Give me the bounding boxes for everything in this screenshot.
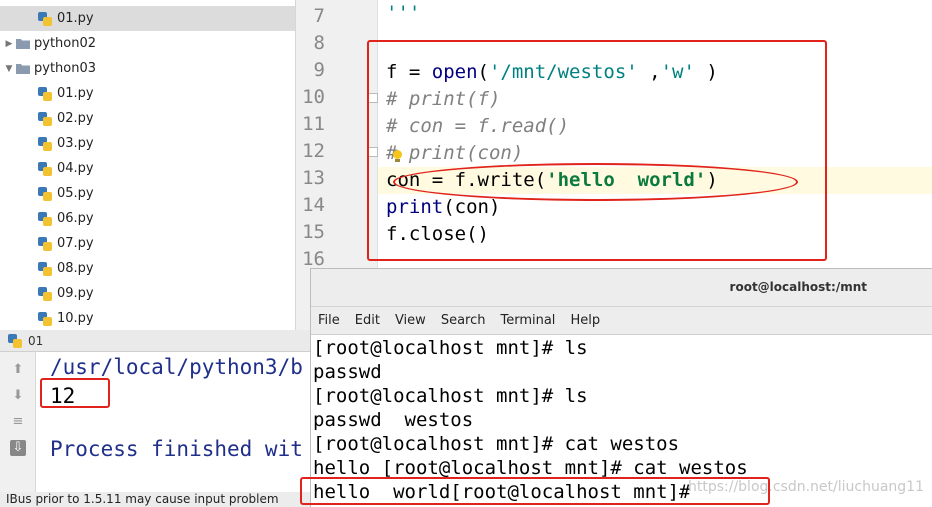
line-number: 9 xyxy=(313,59,325,81)
menu-help[interactable]: Help xyxy=(570,313,600,328)
menu-file[interactable]: File xyxy=(318,313,340,328)
line-number: 16 xyxy=(302,248,325,270)
run-tab-label[interactable]: 01 xyxy=(28,334,43,348)
tree-file-04-py[interactable]: 04.py xyxy=(0,156,94,181)
tree-item-label: 05.py xyxy=(57,186,94,201)
terminal-line: [root@localhost mnt]# cat westos xyxy=(313,433,680,455)
interpreter-path: /usr/local/python3/b xyxy=(50,355,303,379)
python-file-icon xyxy=(38,86,52,101)
chevron-down-icon[interactable]: ▼ xyxy=(2,64,16,74)
tree-file-02-py[interactable]: 02.py xyxy=(0,106,94,131)
python-file-icon xyxy=(38,236,52,251)
python-file-icon xyxy=(38,136,52,151)
annotation-result-box xyxy=(40,378,110,408)
terminal-menubar: File Edit View Search Terminal Help xyxy=(311,307,932,335)
python-file-icon xyxy=(38,311,52,326)
terminal-title[interactable]: root@localhost:/mnt xyxy=(311,269,932,307)
tree-file-06-py[interactable]: 06.py xyxy=(0,206,94,231)
scroll-to-end-icon[interactable]: ⇩ xyxy=(10,440,26,456)
tree-item-label: 09.py xyxy=(57,286,94,301)
menu-search[interactable]: Search xyxy=(441,313,486,328)
tree-file-08-py[interactable]: 08.py xyxy=(0,256,94,281)
folder-icon xyxy=(16,39,30,49)
tree-folder-python02[interactable]: ▶ python02 xyxy=(0,31,97,56)
project-tree: 01.py ▶ python02 ▼ python03 01.py 02.py … xyxy=(0,0,296,330)
tree-file-03-py[interactable]: 03.py xyxy=(0,131,94,156)
line-number: 13 xyxy=(302,167,325,189)
menu-view[interactable]: View xyxy=(395,313,426,328)
run-toolbar: ⬆ ⬇ ≡ ⇩ xyxy=(0,352,36,492)
tree-item-label: 01.py xyxy=(57,11,94,26)
arrow-down-icon[interactable]: ⬇ xyxy=(10,388,26,404)
python-file-icon xyxy=(38,286,52,301)
python-file-icon xyxy=(38,261,52,276)
tree-folder-python03[interactable]: ▼ python03 xyxy=(0,56,97,81)
annotation-output-box xyxy=(300,477,770,505)
python-file-icon xyxy=(38,111,52,126)
code-line-7: ''' xyxy=(386,2,421,24)
menu-edit[interactable]: Edit xyxy=(355,313,380,328)
terminal-line: [root@localhost mnt]# ls xyxy=(313,385,588,407)
annotation-write-ellipse xyxy=(393,163,798,201)
chevron-right-icon[interactable]: ▶ xyxy=(2,39,16,49)
tree-file-07-py[interactable]: 07.py xyxy=(0,231,94,256)
tree-item-label: python02 xyxy=(34,36,97,51)
arrow-up-icon[interactable]: ⬆ xyxy=(10,362,26,378)
folder-icon xyxy=(16,64,30,74)
python-file-icon xyxy=(38,211,52,226)
line-number: 10 xyxy=(302,86,325,108)
tree-item-label: 01.py xyxy=(57,86,94,101)
process-finished-message: Process finished wit xyxy=(50,437,303,461)
tree-item-label: python03 xyxy=(34,61,97,76)
line-number: 14 xyxy=(302,194,325,216)
tree-file-09-py[interactable]: 09.py xyxy=(0,281,94,306)
line-number: 12 xyxy=(302,140,325,162)
line-number: 7 xyxy=(313,5,325,27)
annotation-code-box xyxy=(367,40,827,261)
tree-file-01-py[interactable]: 01.py xyxy=(0,6,295,31)
tree-item-label: 10.py xyxy=(57,311,94,326)
python-file-icon xyxy=(8,333,22,348)
terminal-line: [root@localhost mnt]# ls xyxy=(313,337,588,359)
line-number: 8 xyxy=(313,32,325,54)
tree-file-01-py[interactable]: 01.py xyxy=(0,81,94,106)
tree-file-05-py[interactable]: 05.py xyxy=(0,181,94,206)
python-file-icon xyxy=(38,161,52,176)
soft-wrap-icon[interactable]: ≡ xyxy=(10,414,26,430)
menu-terminal[interactable]: Terminal xyxy=(500,313,555,328)
terminal-line: passwd xyxy=(313,361,382,383)
tree-item-label: 06.py xyxy=(57,211,94,226)
terminal-window[interactable]: root@localhost:/mnt File Edit View Searc… xyxy=(310,268,932,507)
tree-file-10-py[interactable]: 10.py xyxy=(0,306,94,330)
python-file-icon xyxy=(38,11,52,26)
tree-item-label: 02.py xyxy=(57,111,94,126)
tree-item-label: 07.py xyxy=(57,236,94,251)
terminal-line: passwd westos xyxy=(313,409,474,431)
python-file-icon xyxy=(38,186,52,201)
line-number: 15 xyxy=(302,221,325,243)
line-number: 11 xyxy=(302,113,325,135)
tree-item-label: 03.py xyxy=(57,136,94,151)
tree-item-label: 04.py xyxy=(57,161,94,176)
tree-item-label: 08.py xyxy=(57,261,94,276)
